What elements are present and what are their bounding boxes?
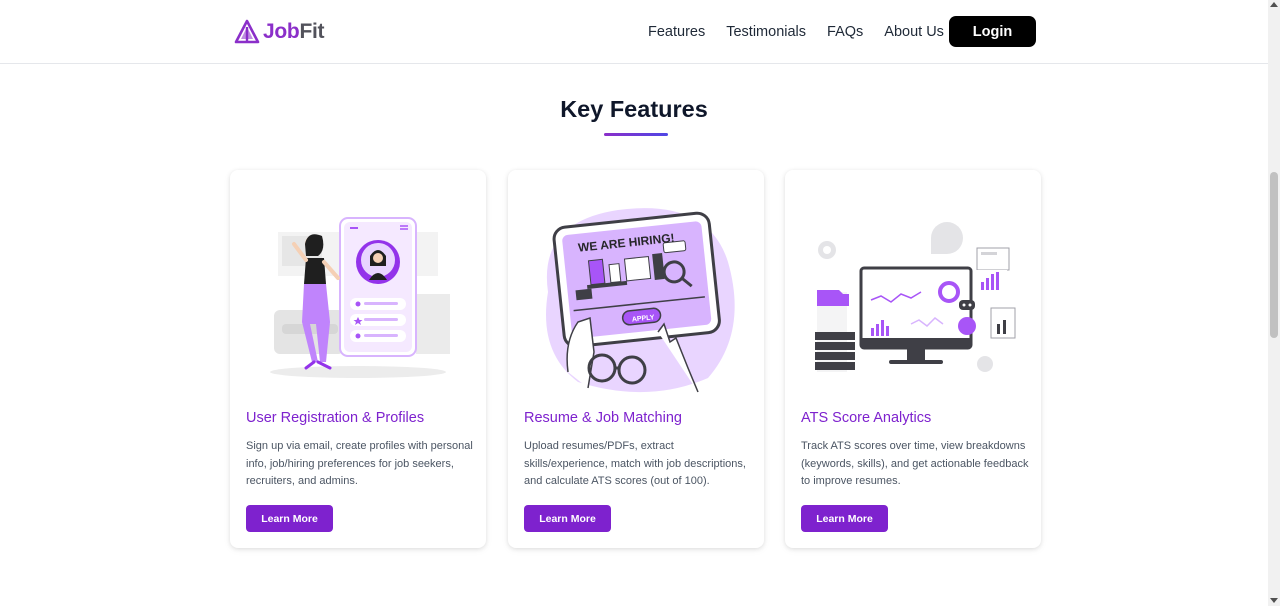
learn-more-button[interactable]: Learn More	[801, 505, 888, 532]
learn-more-button[interactable]: Learn More	[246, 505, 333, 532]
woman-phone-profile-illustration	[270, 217, 450, 378]
analytics-dashboard-illustration	[815, 222, 1016, 372]
card-title: User Registration & Profiles	[246, 410, 425, 426]
brand-name-part1: Job	[263, 20, 300, 43]
login-button[interactable]: Login	[949, 16, 1036, 47]
card-title: ATS Score Analytics	[801, 410, 932, 426]
navbar: JobFit Features Testimonials FAQs About …	[0, 0, 1268, 64]
brand-name-part2: Fit	[299, 20, 325, 43]
card-description: Track ATS scores over time, view breakdo…	[801, 440, 1029, 487]
scrollbar-thumb[interactable]	[1270, 172, 1278, 338]
learn-more-button[interactable]: Learn More	[524, 505, 611, 532]
scroll-down-arrow-icon[interactable]	[1270, 598, 1278, 603]
section-title: Key Features	[560, 96, 708, 122]
feature-card-registration: User Registration & Profiles Sign up via…	[230, 170, 486, 548]
nav-links: Features Testimonials FAQs About Us	[648, 22, 965, 42]
vertical-scrollbar[interactable]	[1268, 0, 1280, 606]
card-title: Resume & Job Matching	[524, 410, 682, 426]
brand-logo[interactable]: JobFit	[234, 18, 325, 46]
nav-link-testimonials[interactable]: Testimonials	[726, 22, 806, 42]
feature-card-matching: WE ARE HIRING! APPLY Resume & Job Matchi…	[508, 170, 764, 548]
logo-triangle-icon	[234, 19, 260, 44]
nav-link-about-us[interactable]: About Us	[884, 22, 944, 42]
title-underline	[604, 133, 668, 136]
hiring-tablet-illustration: WE ARE HIRING! APPLY	[546, 208, 735, 393]
feature-card-analytics: ATS Score Analytics Track ATS scores ove…	[785, 170, 1041, 548]
card-description: Upload resumes/PDFs, extract skills/expe…	[524, 440, 746, 487]
card-description: Sign up via email, create profiles with …	[246, 440, 473, 487]
brand-name: JobFit	[263, 20, 325, 44]
nav-link-features[interactable]: Features	[648, 22, 705, 42]
scroll-up-arrow-icon[interactable]	[1270, 2, 1278, 7]
nav-link-faqs[interactable]: FAQs	[827, 22, 863, 42]
